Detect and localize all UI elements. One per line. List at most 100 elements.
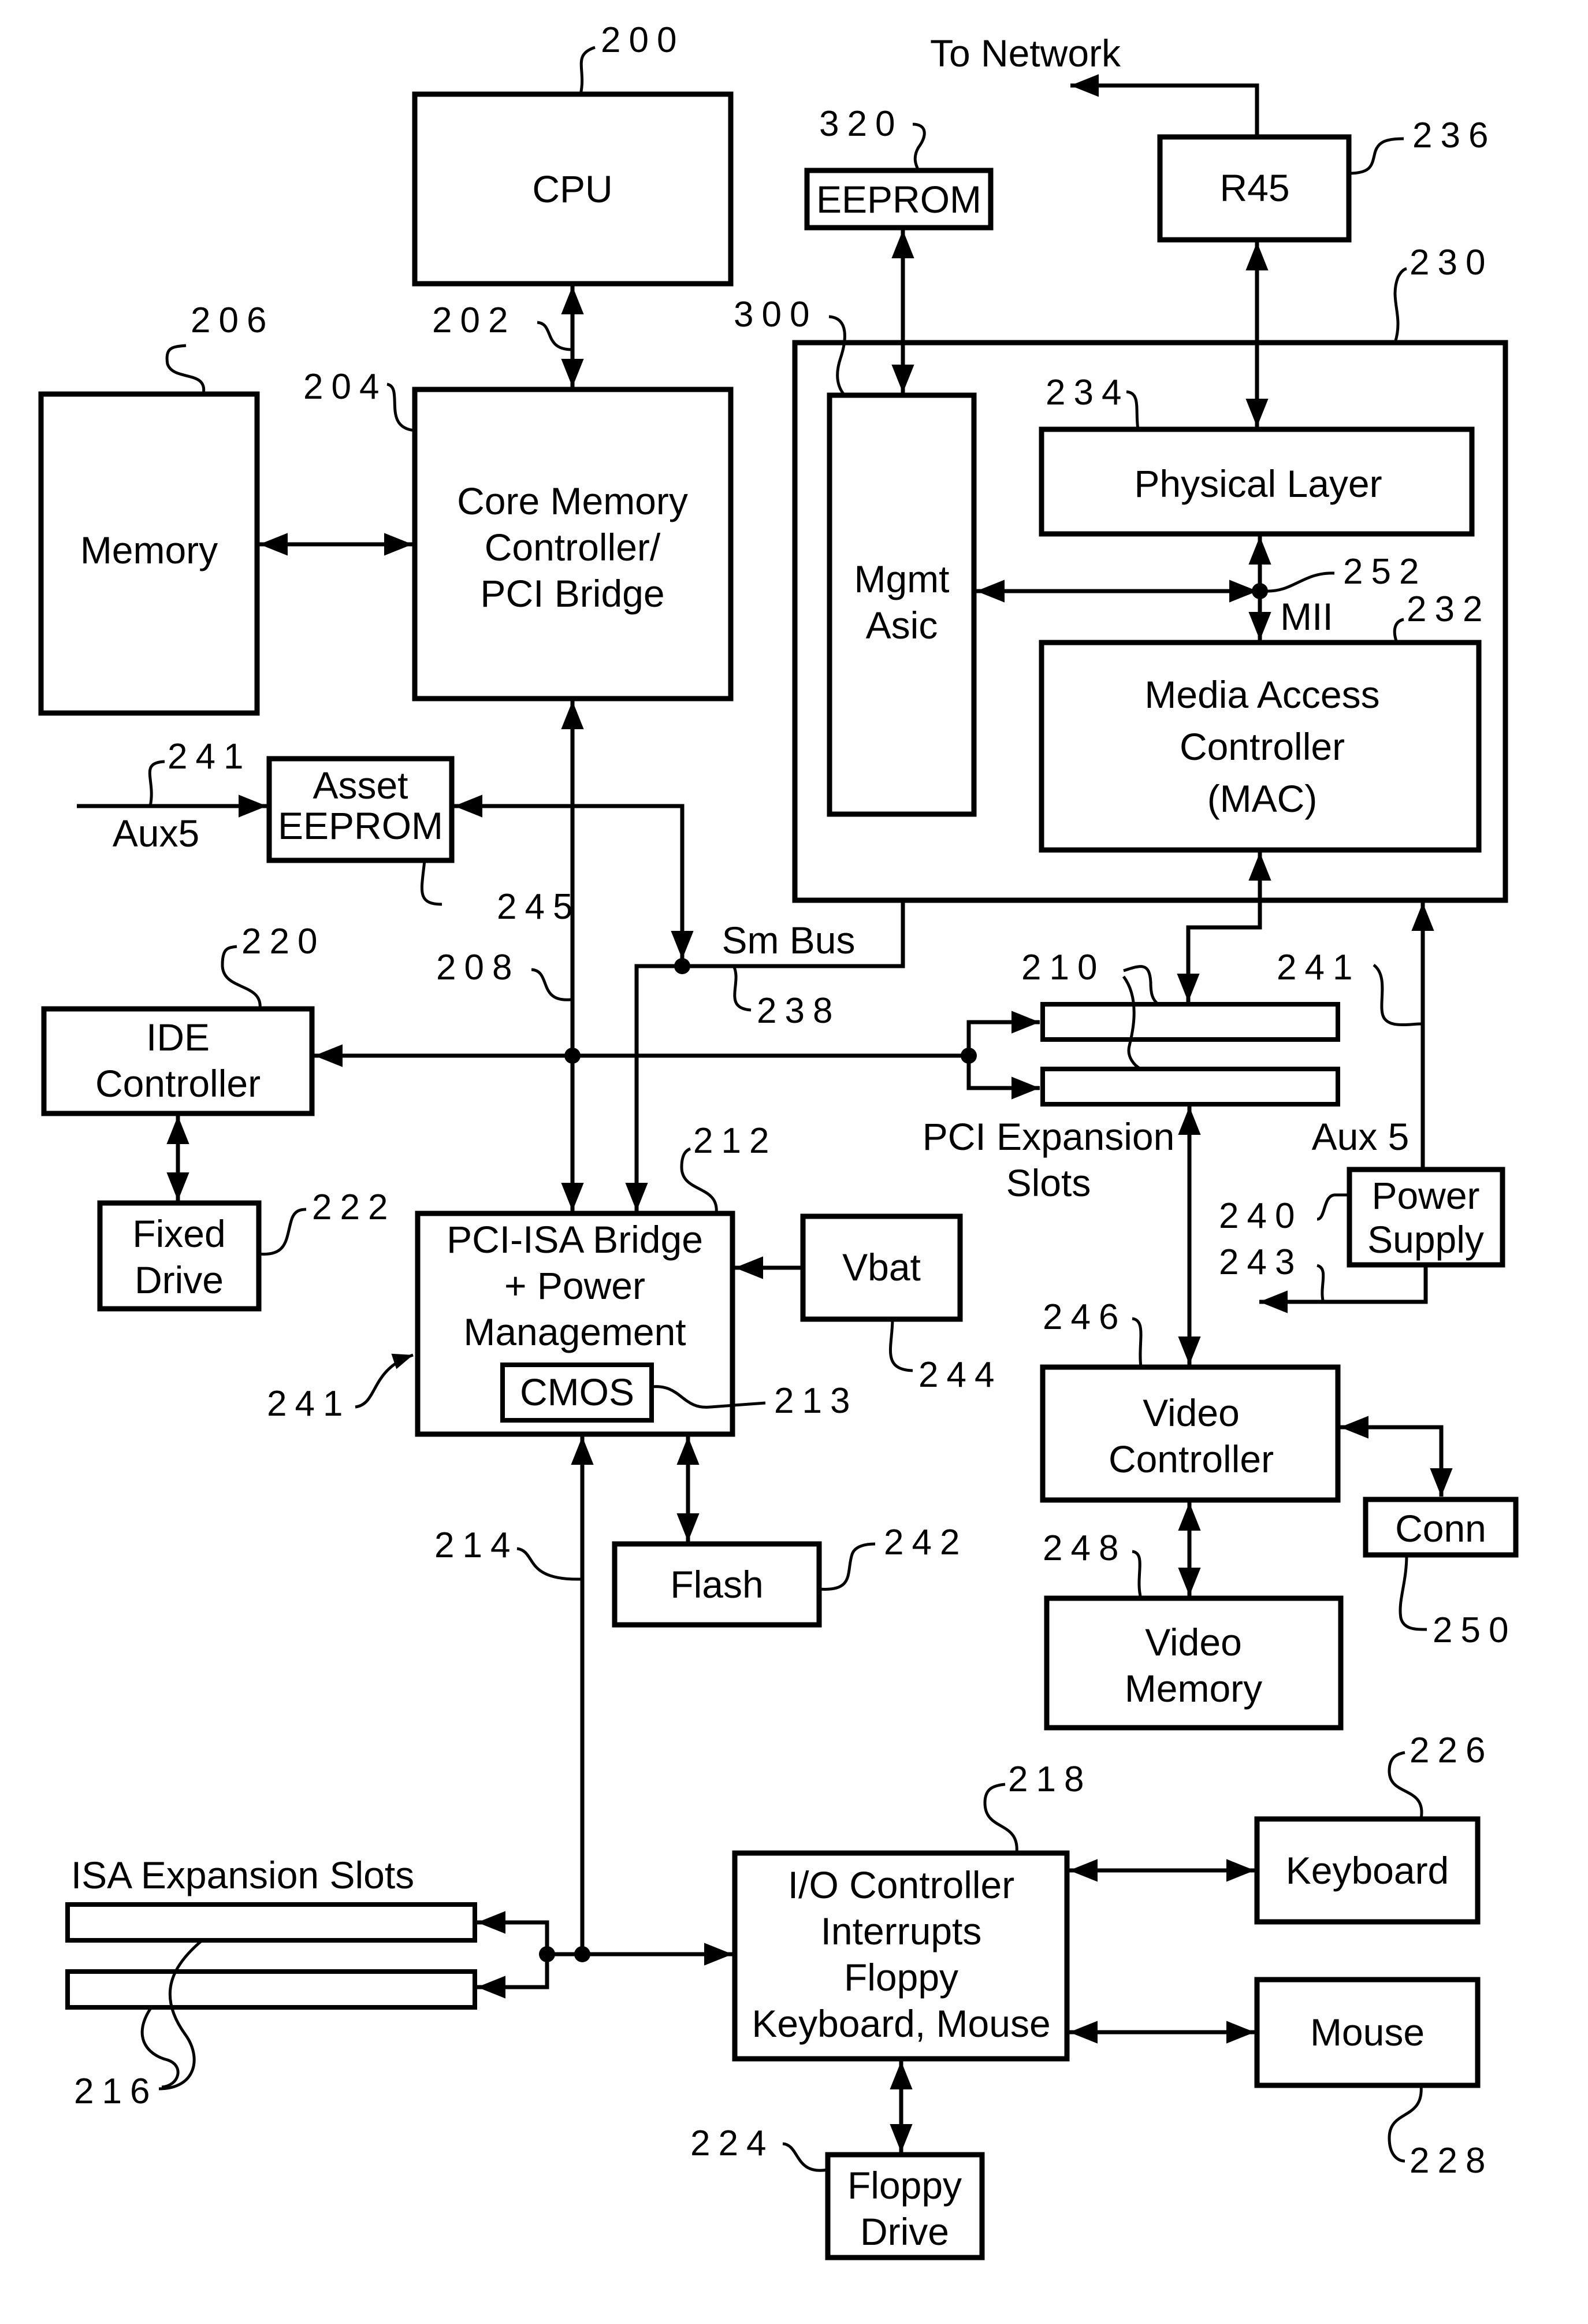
video-mem-line-2: Memory [1125, 1667, 1262, 1710]
pci-isa-line-3: Management [463, 1311, 686, 1353]
pci-bus-node [564, 1048, 581, 1064]
pci-slot-1-feed [966, 1011, 1040, 1056]
fixed-drive-line-2: Drive [135, 1258, 224, 1301]
io-label-line-2: Interrupts [821, 1910, 982, 1952]
ref-206: 206 [191, 300, 274, 340]
memory-block: Memory [38, 391, 260, 716]
sm-bus-label: Sm Bus [722, 919, 855, 961]
aux5-left-label: Aux5 [113, 812, 199, 855]
ref-230: 230 [1410, 243, 1493, 283]
mac-line-3: (MAC) [1207, 777, 1318, 820]
ref-232: 232 [1407, 589, 1490, 629]
leader-246 [1132, 1317, 1143, 1368]
ref-213: 213 [774, 1381, 858, 1421]
ref-245: 245 [497, 887, 581, 927]
ide-label-line-1: IDE [146, 1016, 210, 1059]
ref-241-aux5: 241 [168, 737, 251, 777]
keyboard-label: Keyboard [1286, 1849, 1449, 1892]
mgmt-line-1: Mgmt [854, 558, 950, 600]
ref-204: 204 [303, 367, 387, 407]
isa-slot-2 [65, 1969, 477, 2010]
ide-label-line-2: Controller [95, 1062, 261, 1105]
leader-245 [420, 860, 442, 906]
fixed-drive-line-1: Fixed [132, 1212, 225, 1255]
pci-slots-label-line-2: Slots [1006, 1161, 1091, 1204]
ref-300: 300 [734, 295, 817, 335]
ref-242: 242 [884, 1523, 968, 1562]
ref-238: 238 [757, 991, 841, 1031]
leader-241-aux5 [148, 760, 165, 807]
ref-216: 216 [74, 2071, 158, 2111]
ref-244: 244 [918, 1355, 1002, 1395]
leader-222 [258, 1208, 307, 1256]
io-label-line-1: I/O Controller [788, 1863, 1014, 1906]
conn-label: Conn [1395, 1507, 1486, 1550]
isa-slot-1-feed [477, 1911, 549, 1954]
floppy-drive-block: Floppy Drive [825, 2152, 985, 2260]
isa-slot-2-feed [477, 1954, 549, 1999]
ref-234: 234 [1046, 373, 1129, 413]
flash-block: Flash [612, 1541, 822, 1628]
ref-243: 243 [1219, 1242, 1303, 1282]
leader-202 [537, 321, 572, 351]
ref-246: 246 [1043, 1297, 1126, 1337]
aux5-right-label: Aux 5 [1312, 1115, 1410, 1158]
video-memory-block: Video Memory [1044, 1595, 1344, 1731]
leader-236 [1348, 137, 1404, 175]
leader-241-pm [355, 1353, 414, 1409]
mgmt-asic-block: Mgmt Asic [827, 392, 977, 817]
cpu-block: CPU [412, 91, 734, 287]
video-ctrl-line-1: Video [1143, 1391, 1240, 1434]
sm-bus-node [674, 958, 690, 974]
mgmt-line-2: Asic [866, 604, 938, 647]
r45-block: R45 [1157, 134, 1352, 243]
ref-241-aux5-line: 241 [1277, 948, 1360, 987]
leader-216-a [158, 1939, 203, 2091]
leader-208 [531, 968, 571, 1001]
keyboard-block: Keyboard [1254, 1816, 1481, 1925]
pci-slots-label-line-1: PCI Expansion [923, 1115, 1175, 1158]
pci-slot-2 [1040, 1067, 1340, 1107]
leader-238 [732, 965, 752, 1012]
isa-slot-node [539, 1946, 555, 1962]
leader-214 [516, 1547, 581, 1581]
phy-label: Physical Layer [1134, 462, 1382, 505]
core-label-line-3: PCI Bridge [480, 572, 664, 615]
io-label-line-3: Floppy [844, 1956, 958, 1999]
leader-206 [165, 344, 206, 395]
eeprom-label: EEPROM [816, 178, 981, 221]
leader-230 [1393, 267, 1407, 343]
ref-248: 248 [1043, 1528, 1126, 1568]
pci-isa-line-2: + Power [504, 1264, 645, 1307]
ide-controller-block: IDE Controller [41, 1006, 315, 1116]
asset-smbus-line [454, 795, 694, 959]
pci-slot-2-feed [966, 1056, 1040, 1100]
leader-200 [579, 46, 596, 95]
leader-204 [386, 383, 415, 432]
leader-250 [1399, 1554, 1427, 1631]
leader-320 [912, 122, 926, 172]
power-supply-block: Power Supply [1347, 1167, 1505, 1268]
mac-block: Media Access Controller (MAC) [1039, 640, 1482, 853]
ref-214: 214 [434, 1525, 518, 1565]
ref-222: 222 [312, 1187, 396, 1227]
floppy-line-2: Drive [860, 2210, 949, 2253]
leader-241-aux5-line [1373, 963, 1422, 1027]
to-network-line [1070, 74, 1259, 137]
leader-243 [1316, 1264, 1325, 1301]
leader-244 [889, 1319, 913, 1372]
mouse-label: Mouse [1310, 2011, 1425, 2054]
mac-line-2: Controller [1180, 725, 1345, 768]
eeprom-block: EEPROM [804, 168, 994, 231]
isa-slots-label: ISA Expansion Slots [71, 1854, 414, 1896]
video-mem-line-1: Video [1145, 1621, 1242, 1664]
leader-240 [1316, 1193, 1349, 1221]
core-label-line-2: Controller/ [485, 526, 661, 569]
pci-isa-line-1: PCI-ISA Bridge [447, 1218, 703, 1261]
vbat-block: Vbat [800, 1213, 963, 1322]
isa-slot-1 [65, 1902, 477, 1943]
ref-228: 228 [1410, 2141, 1493, 2181]
io-label-line-4: Keyboard, Mouse [752, 2002, 1050, 2045]
leader-248 [1132, 1550, 1143, 1599]
ref-200: 200 [601, 20, 685, 60]
